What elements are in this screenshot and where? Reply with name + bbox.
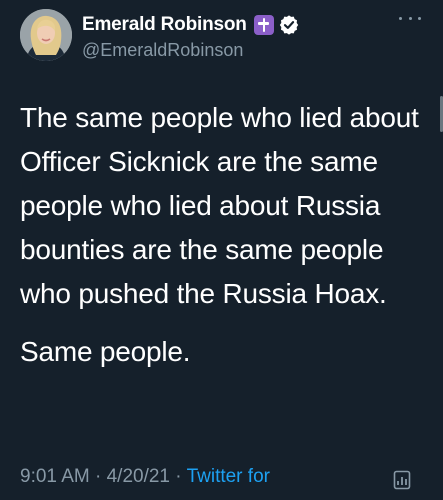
profile-photo [20, 9, 72, 61]
cross-badge-icon [253, 15, 274, 35]
tweet-date[interactable]: 4/20/21 [107, 466, 170, 487]
meta-separator: · [175, 466, 182, 487]
name-row: Emerald Robinson [82, 12, 299, 38]
more-options-icon[interactable] [399, 11, 421, 25]
meta-separator: · [95, 466, 102, 487]
handle[interactable]: @EmeraldRobinson [82, 40, 243, 61]
avatar[interactable] [20, 9, 72, 61]
tweet-time[interactable]: 9:01 AM [20, 466, 90, 487]
tweet-source-link[interactable]: Twitter for [187, 466, 270, 487]
tweet-paragraph: The same people who lied about Officer S… [20, 102, 419, 309]
tweet-meta: 9:01 AM · 4/20/21 · Twitter for [20, 466, 270, 488]
display-name[interactable]: Emerald Robinson [82, 14, 247, 36]
analytics-icon[interactable] [393, 470, 411, 490]
tweet-header: Emerald Robinson @EmeraldRobinson [20, 9, 440, 65]
verified-icon [279, 15, 298, 35]
tweet-paragraph: Same people. [20, 336, 191, 367]
tweet-text: The same people who lied about Officer S… [20, 96, 430, 374]
